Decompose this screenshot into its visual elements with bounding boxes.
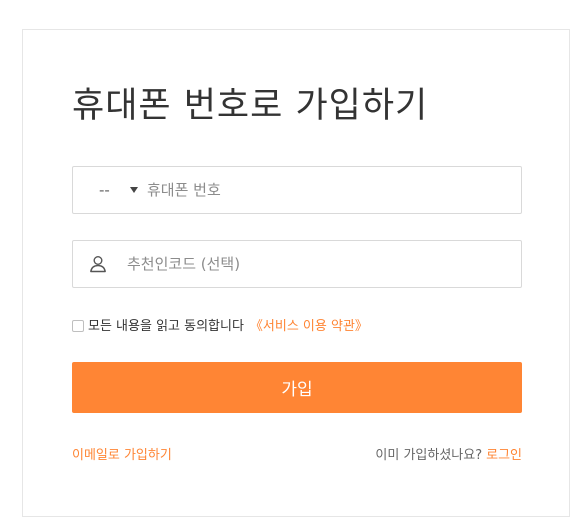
agreement-row: 모든 내용을 읽고 동의합니다 《서비스 이용 약관》 — [72, 318, 368, 336]
page-title: 휴대폰 번호로 가입하기 — [72, 86, 429, 126]
agree-checkbox[interactable] — [72, 320, 84, 332]
email-signup-link[interactable]: 이메일로 가입하기 — [72, 444, 172, 463]
referral-code-input[interactable] — [127, 241, 507, 287]
phone-input[interactable] — [147, 167, 507, 213]
country-code-select[interactable]: -- — [99, 167, 110, 213]
terms-link[interactable]: 《서비스 이용 약관》 — [250, 319, 368, 334]
phone-field: -- — [72, 166, 522, 214]
user-icon — [90, 256, 106, 273]
referral-code-field — [72, 240, 522, 288]
login-link[interactable]: 로그인 — [486, 448, 522, 463]
caret-down-icon[interactable] — [130, 187, 138, 193]
signup-button[interactable]: 가입 — [72, 362, 522, 413]
login-prompt: 이미 가입하셨나요? 로그인 — [375, 444, 522, 463]
agree-label: 모든 내용을 읽고 동의합니다 — [88, 319, 244, 334]
already-member-text: 이미 가입하셨나요? — [375, 448, 483, 463]
